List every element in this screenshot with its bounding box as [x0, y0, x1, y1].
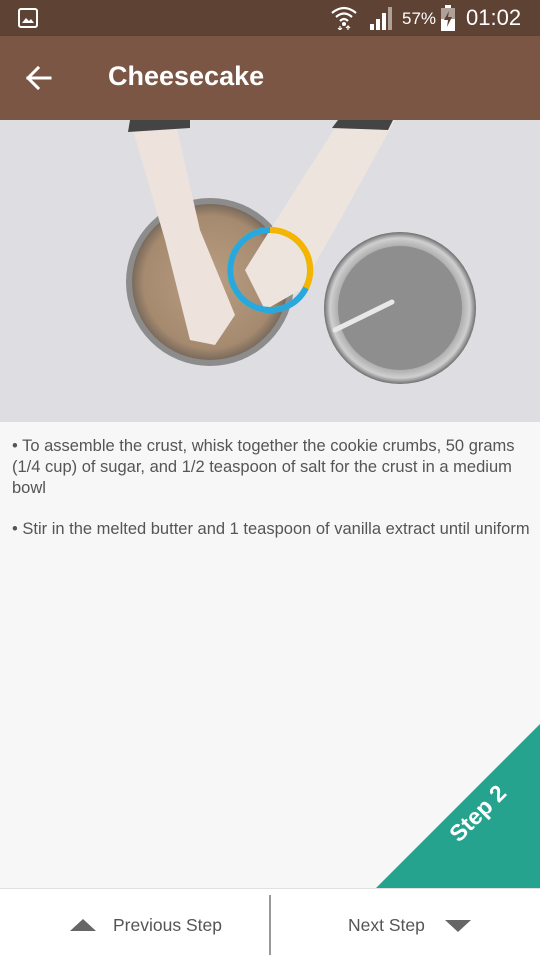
battery-charging-icon	[441, 5, 455, 31]
wifi-icon	[331, 6, 357, 30]
triangle-up-icon	[70, 919, 96, 931]
instruction-item: • Stir in the melted butter and 1 teaspo…	[12, 520, 530, 538]
instructions: • To assemble the crust, whisk together …	[12, 436, 532, 560]
back-button[interactable]	[16, 56, 60, 100]
clock: 01:02	[466, 5, 522, 30]
app-bar: Cheesecake	[0, 36, 540, 120]
signal-icon	[370, 7, 392, 30]
video-player[interactable]	[0, 120, 540, 422]
page-title: Cheesecake	[108, 61, 265, 91]
arrow-back-icon	[25, 65, 52, 91]
gallery-icon	[18, 8, 38, 28]
next-step-button[interactable]: Next Step	[271, 889, 539, 961]
triangle-down-icon	[445, 920, 471, 932]
previous-step-button[interactable]: Previous Step	[0, 889, 268, 961]
battery-percent: 57%	[402, 9, 437, 28]
video-frame	[0, 120, 540, 422]
step-badge	[376, 724, 540, 888]
bottom-navigation: Previous Step Next Step	[0, 888, 540, 961]
next-step-label: Next Step	[348, 915, 425, 935]
status-bar: 57% 01:02	[0, 0, 540, 36]
previous-step-label: Previous Step	[113, 915, 222, 935]
instruction-item: • To assemble the crust, whisk together …	[12, 437, 515, 497]
